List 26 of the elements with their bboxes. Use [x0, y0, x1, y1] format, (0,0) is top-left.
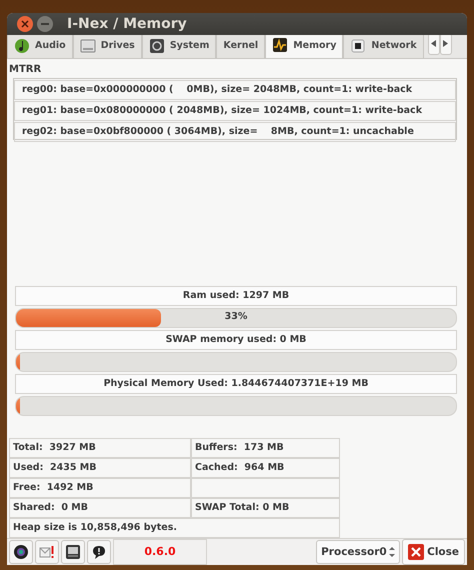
processor-spinner[interactable]: Processor0 — [316, 540, 400, 564]
list-item[interactable]: reg01: base=0x080000000 ( 2048MB), size= 1024MB, count=1: write-back — [14, 100, 456, 121]
stat-cell: Free: 1492 MB — [9, 478, 191, 498]
stat-cell: SWAP Total: 0 MB — [191, 498, 340, 518]
section-title: MTRR — [8, 62, 42, 77]
tab[interactable]: Memory — [265, 35, 344, 58]
stat-cell: Used: 2435 MB — [9, 458, 191, 478]
tab[interactable]: System — [142, 35, 216, 58]
meter-label: SWAP memory used: 0 MB — [15, 330, 457, 350]
tab[interactable]: Kernel — [216, 35, 266, 58]
tab[interactable]: Audio — [7, 35, 73, 58]
heap-size-text: Heap size is 10,858,496 bytes. — [9, 518, 340, 538]
stat-cell: Buffers: 173 MB — [191, 438, 340, 458]
tab[interactable]: Network — [343, 35, 424, 58]
stat-cell: Shared: 0 MB — [9, 498, 191, 518]
stat-cell: Total: 3927 MB — [9, 438, 191, 458]
tab[interactable]: Drives — [72, 35, 142, 58]
window-title: I-Nex / Memory — [67, 16, 187, 32]
list-item[interactable]: reg02: base=0x0bf800000 ( 3064MB), size= 8MB, count=1: uncachable — [14, 122, 456, 142]
progress-reading: 33% — [224, 310, 248, 322]
meter-label: Ram used: 1297 MB — [15, 286, 457, 306]
stat-cell: Cached: 964 MB — [191, 458, 340, 478]
list-item[interactable]: reg00: base=0x000000000 ( 0MB), size= 2048MB, count=1: write-back — [14, 80, 456, 100]
close-button[interactable]: Close — [402, 538, 465, 565]
version-label: 0.6.0 — [113, 538, 207, 565]
meter-label: Physical Memory Used: 1.844674407371E+19 MB — [15, 374, 457, 394]
